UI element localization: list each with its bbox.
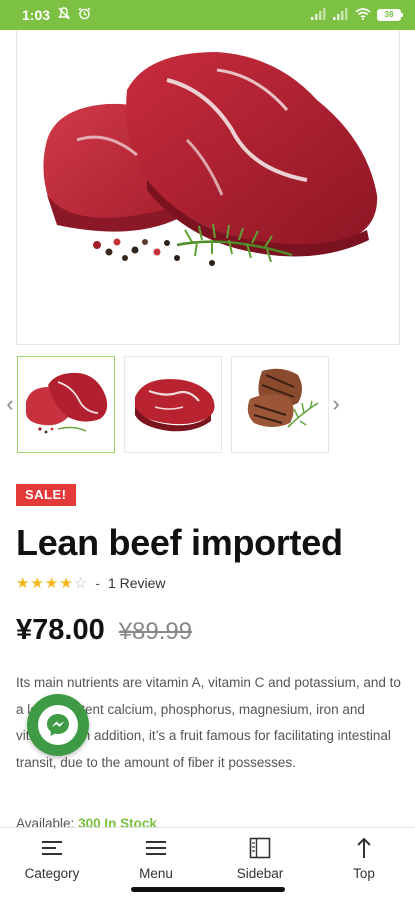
nav-sidebar-label: Sidebar bbox=[236, 866, 284, 881]
category-icon bbox=[41, 836, 63, 860]
review-count-link[interactable]: 1 Review bbox=[108, 575, 166, 591]
product-title: Lean beef imported bbox=[16, 522, 343, 563]
signal-icon bbox=[311, 7, 327, 23]
rating-row: ★ ★ ★ ★ ☆ - 1 Review bbox=[16, 574, 166, 592]
sidebar-icon bbox=[249, 836, 271, 860]
nav-top[interactable]: Top bbox=[319, 836, 409, 881]
sale-badge: SALE! bbox=[16, 484, 76, 506]
status-time: 1:03 bbox=[22, 7, 51, 23]
price-row: ¥78.00 ¥89.99 bbox=[16, 614, 192, 647]
star-empty-icon: ☆ bbox=[73, 575, 88, 592]
arrow-up-icon bbox=[356, 836, 372, 860]
price-original: ¥89.99 bbox=[118, 618, 193, 645]
star-icon: ★ bbox=[16, 575, 30, 592]
messenger-icon bbox=[38, 705, 78, 745]
menu-icon bbox=[145, 836, 167, 860]
price-current: ¥78.00 bbox=[16, 614, 105, 646]
star-icon: ★ bbox=[44, 575, 59, 592]
rating-separator: - bbox=[95, 575, 100, 591]
thumbnail-3[interactable] bbox=[231, 356, 329, 453]
product-main-image[interactable] bbox=[16, 30, 400, 345]
nav-category-label: Category bbox=[24, 866, 80, 881]
rating-stars: ★ ★ ★ ★ ☆ bbox=[16, 574, 87, 592]
bell-off-icon bbox=[58, 7, 70, 23]
signal-icon bbox=[333, 7, 349, 23]
nav-menu-label: Menu bbox=[139, 866, 173, 881]
nav-category[interactable]: Category bbox=[7, 836, 97, 881]
battery-icon: 38 bbox=[377, 9, 403, 21]
thumbnail-strip: ‹ › bbox=[0, 354, 415, 454]
chevron-right-icon[interactable]: › bbox=[328, 391, 344, 416]
home-indicator[interactable] bbox=[131, 887, 285, 892]
star-icon: ★ bbox=[59, 575, 73, 592]
alarm-icon bbox=[78, 7, 91, 23]
star-icon: ★ bbox=[30, 575, 44, 592]
messenger-button[interactable] bbox=[27, 694, 89, 756]
thumbnail-2[interactable] bbox=[124, 356, 222, 453]
nav-sidebar[interactable]: Sidebar bbox=[215, 836, 305, 881]
nav-top-label: Top bbox=[353, 866, 375, 881]
status-bar: 1:03 38 bbox=[0, 0, 415, 30]
thumbnail-1[interactable] bbox=[17, 356, 115, 453]
chevron-left-icon[interactable]: ‹ bbox=[2, 391, 18, 416]
wifi-icon bbox=[355, 7, 371, 23]
nav-menu[interactable]: Menu bbox=[111, 836, 201, 881]
